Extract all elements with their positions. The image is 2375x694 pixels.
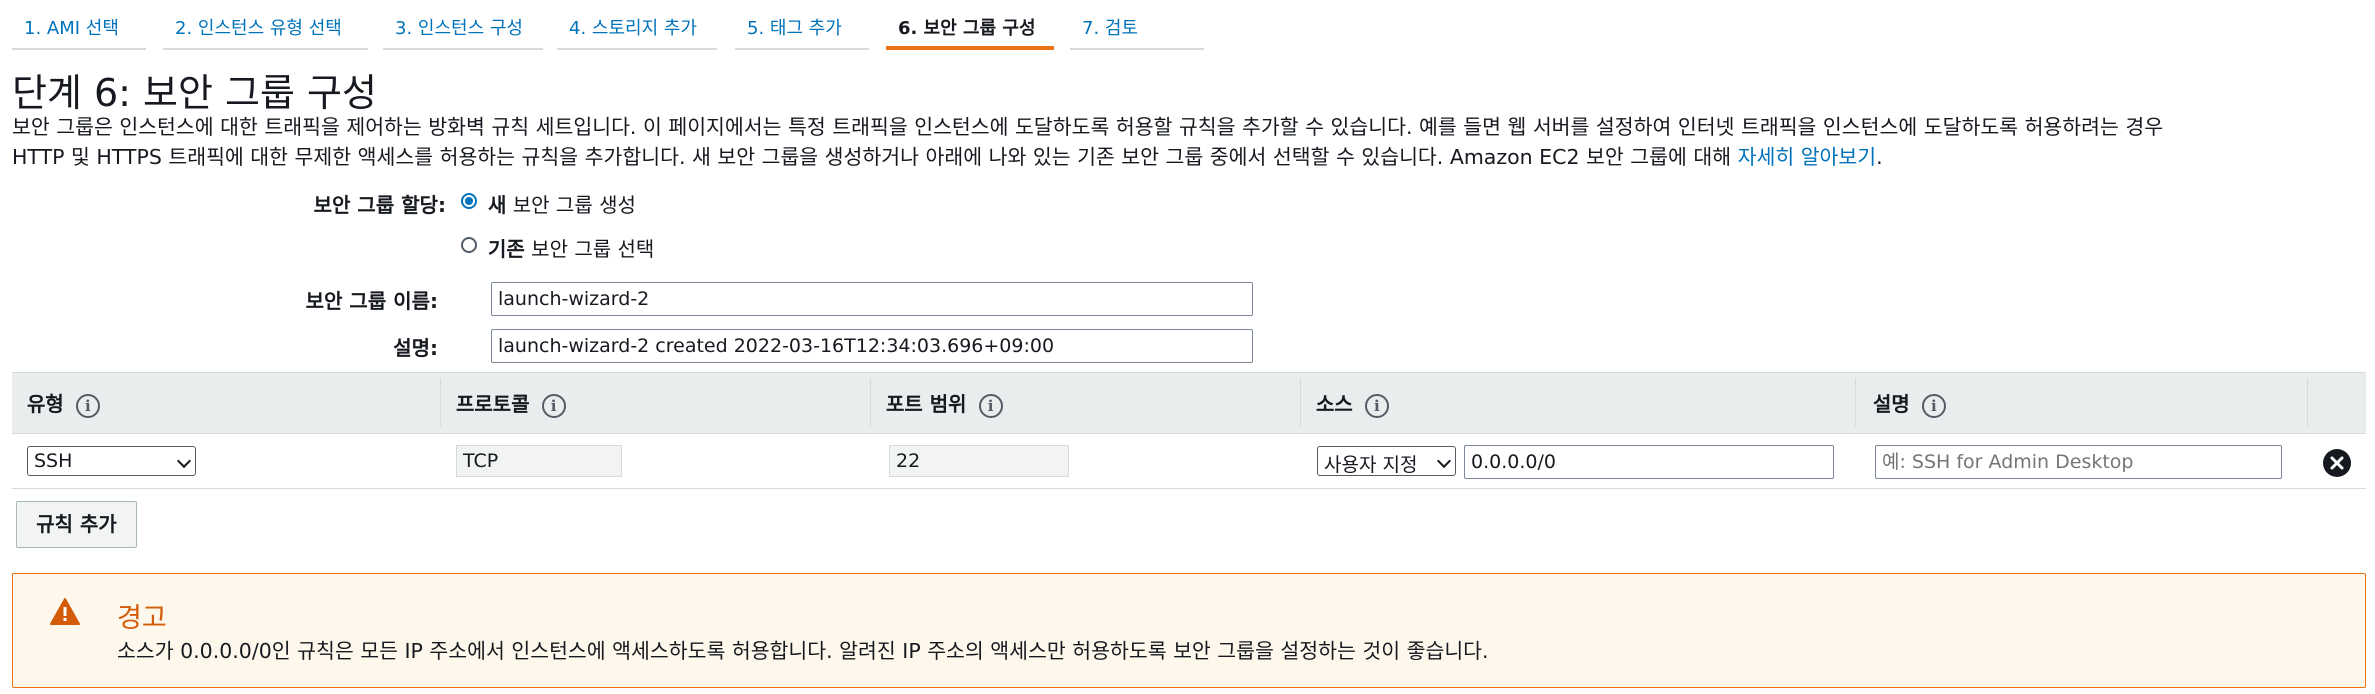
page-description-line1: 보안 그룹은 인스턴스에 대한 트래픽을 제어하는 방화벽 규칙 세트입니다. … [12, 115, 2164, 139]
description-period: . [1876, 145, 1883, 169]
assign-label: 보안 그룹 할당: [313, 193, 446, 217]
tab-label: 2. 인스턴스 유형 선택 [175, 18, 342, 39]
info-icon[interactable]: i [1364, 393, 1389, 418]
header-type-label: 유형 [27, 392, 64, 416]
source-cidr-input[interactable] [1464, 445, 1834, 479]
warning-alert [12, 573, 2366, 688]
column-divider [2307, 378, 2308, 426]
radio-existing-group-label: 기존 보안 그룹 선택 [488, 233, 654, 262]
header-description-label: 설명 [1873, 392, 1910, 416]
header-port-label: 포트 범위 [886, 392, 967, 416]
header-type: 유형 i [27, 388, 100, 418]
chevron-down-icon [176, 453, 192, 469]
remove-rule-icon[interactable] [2323, 449, 2351, 477]
radio-existing-group[interactable] [461, 237, 477, 253]
rule-description-input[interactable] [1875, 445, 2282, 479]
group-name-label: 보안 그룹 이름: [305, 289, 438, 313]
source-select[interactable]: 사용자 지정 [1317, 446, 1456, 476]
group-description-input[interactable] [491, 329, 1253, 363]
tab-label: 5. 태그 추가 [747, 18, 842, 39]
header-protocol: 프로토콜 i [456, 388, 566, 418]
rules-table-header [12, 372, 2366, 434]
warning-icon [49, 597, 81, 631]
info-icon[interactable]: i [541, 393, 566, 418]
column-divider [1300, 378, 1301, 426]
close-icon [2330, 456, 2344, 470]
port-range-field: 22 [889, 445, 1069, 477]
header-source: 소스 i [1316, 388, 1389, 418]
info-icon[interactable]: i [75, 393, 100, 418]
group-description-label: 설명: [393, 336, 438, 360]
warning-text: 소스가 0.0.0.0/0인 규칙은 모든 IP 주소에서 인스턴스에 액세스하… [117, 639, 1489, 663]
column-divider [870, 378, 871, 426]
header-protocol-label: 프로토콜 [456, 392, 530, 416]
tab-label: 1. AMI 선택 [24, 18, 119, 39]
warning-title: 경고 [117, 603, 167, 634]
table-row-border [12, 488, 2366, 489]
radio-new-group-label: 새 보안 그룹 생성 [488, 189, 636, 218]
chevron-down-icon [1436, 453, 1452, 469]
radio-existing-bold: 기존 [488, 237, 525, 261]
tab-label: 6. 보안 그룹 구성 [898, 18, 1036, 39]
tab-tags[interactable]: 5. 태그 추가 [735, 0, 869, 50]
header-source-label: 소스 [1316, 392, 1353, 416]
description-text: HTTP 및 HTTPS 트래픽에 대한 무제한 액세스를 허용하는 규칙을 추… [12, 145, 1738, 169]
column-divider [440, 378, 441, 426]
tab-storage[interactable]: 4. 스토리지 추가 [557, 0, 717, 50]
tab-ami[interactable]: 1. AMI 선택 [12, 0, 146, 50]
radio-existing-rest: 보안 그룹 선택 [524, 237, 655, 261]
add-rule-button[interactable]: 규칙 추가 [16, 501, 137, 548]
tab-instance-type[interactable]: 2. 인스턴스 유형 선택 [163, 0, 368, 50]
page-description-line2: HTTP 및 HTTPS 트래픽에 대한 무제한 액세스를 허용하는 규칙을 추… [12, 142, 2362, 172]
type-select-value: SSH [34, 450, 73, 472]
radio-new-rest: 보안 그룹 생성 [506, 193, 636, 217]
type-select[interactable]: SSH [27, 446, 196, 476]
header-port-range: 포트 범위 i [886, 388, 1003, 418]
source-select-value: 사용자 지정 [1324, 454, 1418, 476]
header-description: 설명 i [1873, 388, 1946, 418]
tab-review[interactable]: 7. 검토 [1070, 0, 1204, 50]
tab-security-group[interactable]: 6. 보안 그룹 구성 [886, 0, 1054, 50]
info-icon[interactable]: i [1921, 393, 1946, 418]
tab-label: 7. 검토 [1082, 18, 1139, 39]
learn-more-link[interactable]: 자세히 알아보기 [1738, 145, 1877, 169]
tab-label: 4. 스토리지 추가 [569, 18, 697, 39]
info-icon[interactable]: i [978, 393, 1003, 418]
protocol-field: TCP [456, 445, 622, 477]
radio-new-group[interactable] [461, 193, 477, 209]
group-name-input[interactable] [491, 282, 1253, 316]
page-title: 단계 6: 보안 그룹 구성 [12, 71, 377, 115]
tab-instance-config[interactable]: 3. 인스턴스 구성 [383, 0, 543, 50]
column-divider [1855, 378, 1856, 426]
tab-label: 3. 인스턴스 구성 [395, 18, 523, 39]
radio-new-bold: 새 [488, 193, 507, 217]
